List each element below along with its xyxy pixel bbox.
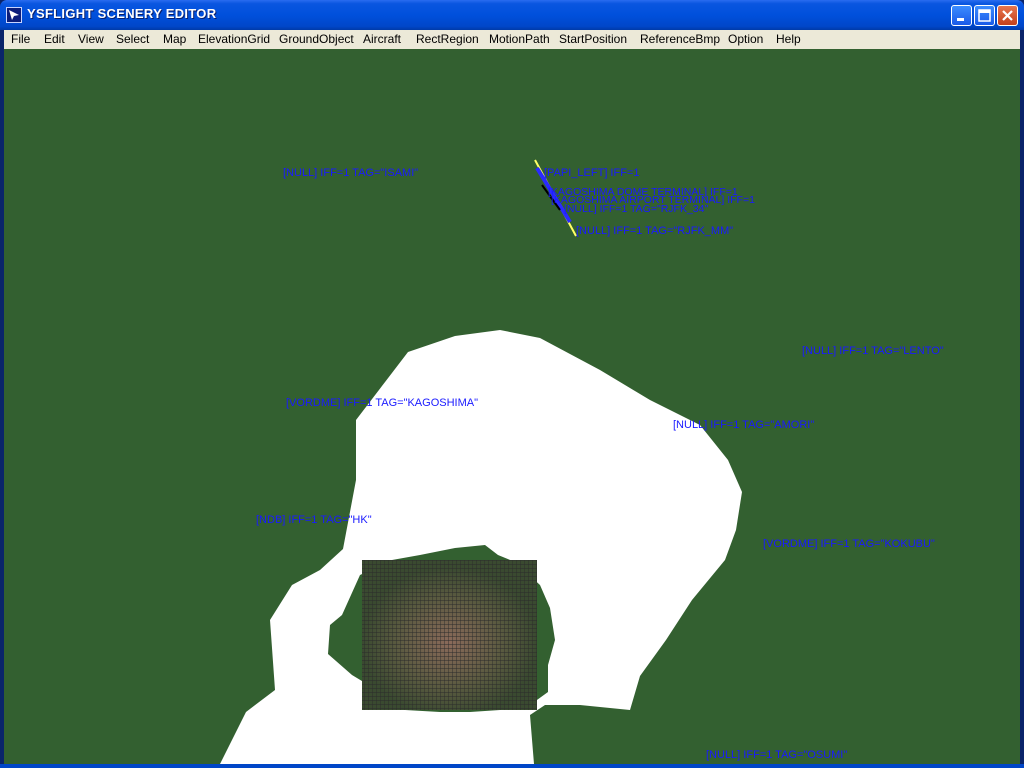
label-osumi[interactable]: [NULL] IFF=1 TAG="OSUMI" [706,749,847,762]
title-bar[interactable]: YSFLIGHT SCENERY EDITOR [0,0,1024,30]
maximize-button[interactable] [974,5,995,26]
app-icon[interactable] [6,7,22,23]
menu-reference-bmp[interactable]: ReferenceBmp [640,32,720,46]
menu-motion-path[interactable]: MotionPath [489,32,550,46]
window-frame-bottom [0,764,1024,768]
label-kokubu[interactable]: [VORDME] IFF=1 TAG="KOKUBU" [763,538,935,551]
elevation-grid-mesh [362,560,537,710]
close-icon [1002,10,1013,21]
label-hk[interactable]: [NDB] IFF=1 TAG="HK" [256,514,372,527]
label-papi-left[interactable]: [PAPI_LEFT] IFF=1 [544,167,639,180]
label-rjfk-mm[interactable]: [NULL] IFF=1 TAG="RJFK_MM" [576,225,733,238]
scenery-map [220,159,742,764]
menu-view[interactable]: View [78,32,104,46]
menu-select[interactable]: Select [116,32,149,46]
menu-elevation-grid[interactable]: ElevationGrid [198,32,270,46]
window-title: YSFLIGHT SCENERY EDITOR [27,6,217,21]
scenery-viewport[interactable]: [NULL] IFF=1 TAG="ISAMI" [PAPI_LEFT] IFF… [4,49,1020,764]
menu-bar: File Edit View Select Map ElevationGrid … [4,30,1020,49]
label-kagoshima[interactable]: [VORDME] IFF=1 TAG="KAGOSHIMA" [286,397,478,410]
menu-start-position[interactable]: StartPosition [559,32,627,46]
menu-ground-object[interactable]: GroundObject [279,32,354,46]
label-lento[interactable]: [NULL] IFF=1 TAG="LENTO" [802,345,944,358]
maximize-icon [978,9,991,22]
menu-file[interactable]: File [11,32,30,46]
app-window: YSFLIGHT SCENERY EDITOR File Edit View S… [0,0,1024,768]
label-cluster-2[interactable]: [NULL] IFF=1 TAG="RJFK_34" [564,203,708,216]
menu-map[interactable]: Map [163,32,186,46]
menu-aircraft[interactable]: Aircraft [363,32,401,46]
label-amori[interactable]: [NULL] IFF=1 TAG="AMORI" [673,419,814,432]
menu-option[interactable]: Option [728,32,763,46]
minimize-icon [957,18,964,21]
close-button[interactable] [997,5,1018,26]
minimize-button[interactable] [951,5,972,26]
label-isami[interactable]: [NULL] IFF=1 TAG="ISAMI" [283,167,418,180]
menu-edit[interactable]: Edit [44,32,65,46]
menu-help[interactable]: Help [776,32,801,46]
menu-rect-region[interactable]: RectRegion [416,32,479,46]
